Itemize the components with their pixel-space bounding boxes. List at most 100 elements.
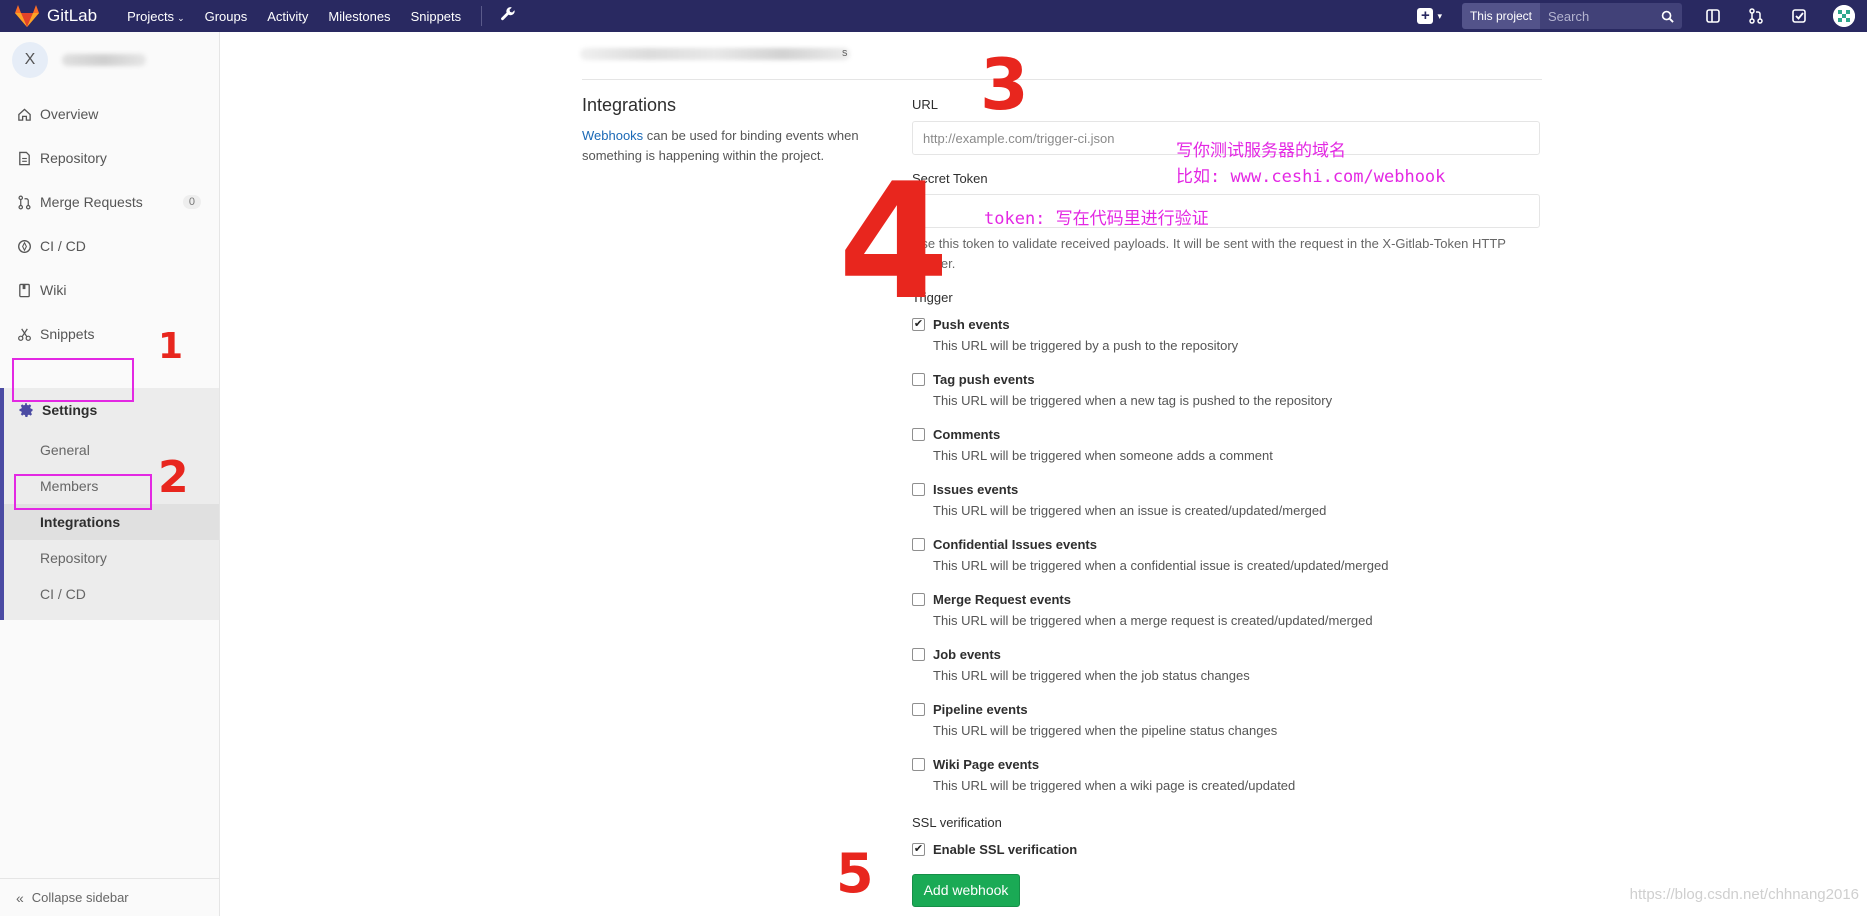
sidebar-item-ci-cd[interactable]: CI / CD — [0, 224, 219, 268]
merge-requests-icon[interactable] — [1747, 8, 1764, 25]
new-dropdown-button[interactable]: + ▾ — [1417, 8, 1442, 24]
secret-token-help: Use this token to validate received payl… — [912, 236, 1506, 271]
trigger-desc: This URL will be triggered when a new ta… — [933, 393, 1333, 408]
book-icon — [16, 282, 32, 298]
trigger-push-events[interactable]: ✔ Push events This URL will be triggered … — [912, 314, 1542, 353]
annotation-number-2: 2 — [158, 452, 189, 503]
tag-push-events-checkbox[interactable] — [912, 372, 925, 386]
page-title: Integrations — [582, 95, 677, 115]
gear-icon — [19, 403, 33, 417]
trigger-name: Merge Request events — [933, 591, 1071, 607]
double-chevron-left-icon: « — [16, 889, 24, 906]
scissors-icon — [16, 326, 32, 342]
annotation-number-3: 3 — [980, 44, 1029, 126]
trigger-name: Issues events — [933, 481, 1019, 497]
add-webhook-button[interactable]: Add webhook — [912, 874, 1020, 907]
sidebar-item-merge-requests[interactable]: Merge Requests 0 — [0, 180, 219, 224]
doc-icon — [16, 150, 32, 166]
wiki-page-events-checkbox[interactable] — [912, 757, 925, 771]
merge-request-events-checkbox[interactable] — [912, 592, 925, 606]
identicon-icon — [1833, 5, 1855, 27]
job-events-checkbox[interactable] — [912, 647, 925, 661]
sidebar-item-snippets[interactable]: Snippets — [0, 312, 219, 356]
nav-divider — [481, 6, 483, 26]
ssl-verification-checkbox[interactable]: ✔ — [912, 842, 925, 856]
nav-milestones[interactable]: Milestones — [328, 9, 390, 24]
admin-wrench-icon[interactable] — [500, 6, 516, 26]
trigger-name: Tag push events — [933, 371, 1035, 387]
pipeline-events-checkbox[interactable] — [912, 702, 925, 716]
collapse-sidebar-label: Collapse sidebar — [31, 890, 129, 905]
trigger-desc: This URL will be triggered when a wiki p… — [933, 778, 1296, 793]
trigger-wiki-page-events[interactable]: Wiki Page events This URL will be trigge… — [912, 754, 1542, 793]
plus-icon: + — [1417, 8, 1434, 24]
ssl-verification-option[interactable]: ✔ Enable SSL verification — [912, 839, 1542, 859]
sidebar-item-wiki[interactable]: Wiki — [0, 268, 219, 312]
trigger-job-events[interactable]: Job events This URL will be triggered wh… — [912, 644, 1542, 683]
home-icon — [16, 106, 32, 122]
sidebar-item-label: CI / CD — [40, 238, 86, 254]
sidebar-item-label: Merge Requests — [40, 194, 143, 210]
sidebar-item-label: Wiki — [40, 282, 67, 298]
settings-label: Settings — [42, 402, 98, 418]
url-label: URL — [912, 97, 939, 112]
merge-icon — [16, 194, 32, 210]
trigger-desc: This URL will be triggered when a confid… — [933, 558, 1389, 573]
trigger-issues-events[interactable]: Issues events This URL will be triggered… — [912, 479, 1542, 518]
chevron-down-icon: ▾ — [1437, 10, 1442, 21]
chevron-down-icon: ⌄ — [177, 12, 185, 23]
rocket-icon — [16, 238, 32, 254]
search-scope-badge[interactable]: This project — [1461, 3, 1540, 29]
trigger-desc: This URL will be triggered when the job … — [933, 668, 1250, 683]
sidebar-item-label: Overview — [40, 106, 99, 122]
trigger-confidential-issues-events[interactable]: Confidential Issues events This URL will… — [912, 534, 1542, 573]
nav-activity[interactable]: Activity — [267, 9, 308, 24]
trigger-merge-request-events[interactable]: Merge Request events This URL will be tr… — [912, 589, 1542, 628]
user-avatar[interactable] — [1833, 5, 1855, 27]
sidebar-panel-icon[interactable] — [1704, 8, 1721, 25]
search-placeholder: Search — [1548, 8, 1590, 24]
annotation-number-1: 1 — [158, 326, 184, 367]
watermark: https://blog.csdn.net/chhnang2016 — [1629, 886, 1859, 903]
search-icon — [1661, 10, 1674, 23]
trigger-tag-push-events[interactable]: Tag push events This URL will be trigger… — [912, 369, 1542, 408]
nav-snippets[interactable]: Snippets — [411, 9, 462, 24]
annotation-box-integrations — [14, 474, 152, 510]
brand-name: GitLab — [47, 6, 98, 25]
annotation-number-5: 5 — [836, 842, 874, 905]
todos-icon[interactable] — [1790, 8, 1807, 25]
project-avatar[interactable]: X — [12, 42, 48, 78]
annotation-url-note-line2: 比如: www.ceshi.com/webhook — [1176, 167, 1446, 187]
project-name-redacted — [62, 54, 146, 66]
search-input[interactable]: Search — [1540, 3, 1682, 29]
trigger-desc: This URL will be triggered when an issue… — [933, 503, 1327, 518]
webhooks-link[interactable]: Webhooks — [582, 128, 643, 143]
breadcrumb-tail: s — [842, 47, 848, 59]
sidebar-item-label: Snippets — [40, 326, 95, 342]
trigger-name: Job events — [933, 646, 1001, 662]
breadcrumb-redacted — [580, 48, 850, 60]
collapse-sidebar-button[interactable]: « Collapse sidebar — [0, 878, 219, 916]
trigger-desc: This URL will be triggered by a push to … — [933, 338, 1239, 353]
sidebar-item-repository[interactable]: Repository — [0, 136, 219, 180]
nav-groups[interactable]: Groups — [205, 9, 248, 24]
tanuki-logo-icon — [15, 5, 39, 27]
trigger-comments[interactable]: Comments This URL will be triggered when… — [912, 424, 1542, 463]
settings-sub-repository[interactable]: Repository — [4, 540, 219, 576]
sidebar-item-label: Repository — [40, 150, 107, 166]
trigger-name: Pipeline events — [933, 701, 1028, 717]
nav-projects[interactable]: Projects ⌄ — [127, 9, 185, 24]
annotation-number-4: 4 — [838, 148, 950, 335]
gitlab-logo[interactable]: GitLab — [14, 4, 97, 28]
comments-checkbox[interactable] — [912, 427, 925, 441]
trigger-desc: This URL will be triggered when a merge … — [933, 613, 1373, 628]
top-navbar: GitLab Projects ⌄ Groups Activity Milesto… — [0, 0, 1867, 32]
annotation-url-note-line1: 写你测试服务器的域名 — [1176, 141, 1346, 161]
settings-sub-ci-cd[interactable]: CI / CD — [4, 576, 219, 612]
project-header[interactable]: X — [0, 32, 219, 88]
divider — [582, 79, 1542, 80]
trigger-pipeline-events[interactable]: Pipeline events This URL will be trigger… — [912, 699, 1542, 738]
issues-events-checkbox[interactable] — [912, 482, 925, 496]
sidebar-item-overview[interactable]: Overview — [0, 92, 219, 136]
confidential-issues-checkbox[interactable] — [912, 537, 925, 551]
